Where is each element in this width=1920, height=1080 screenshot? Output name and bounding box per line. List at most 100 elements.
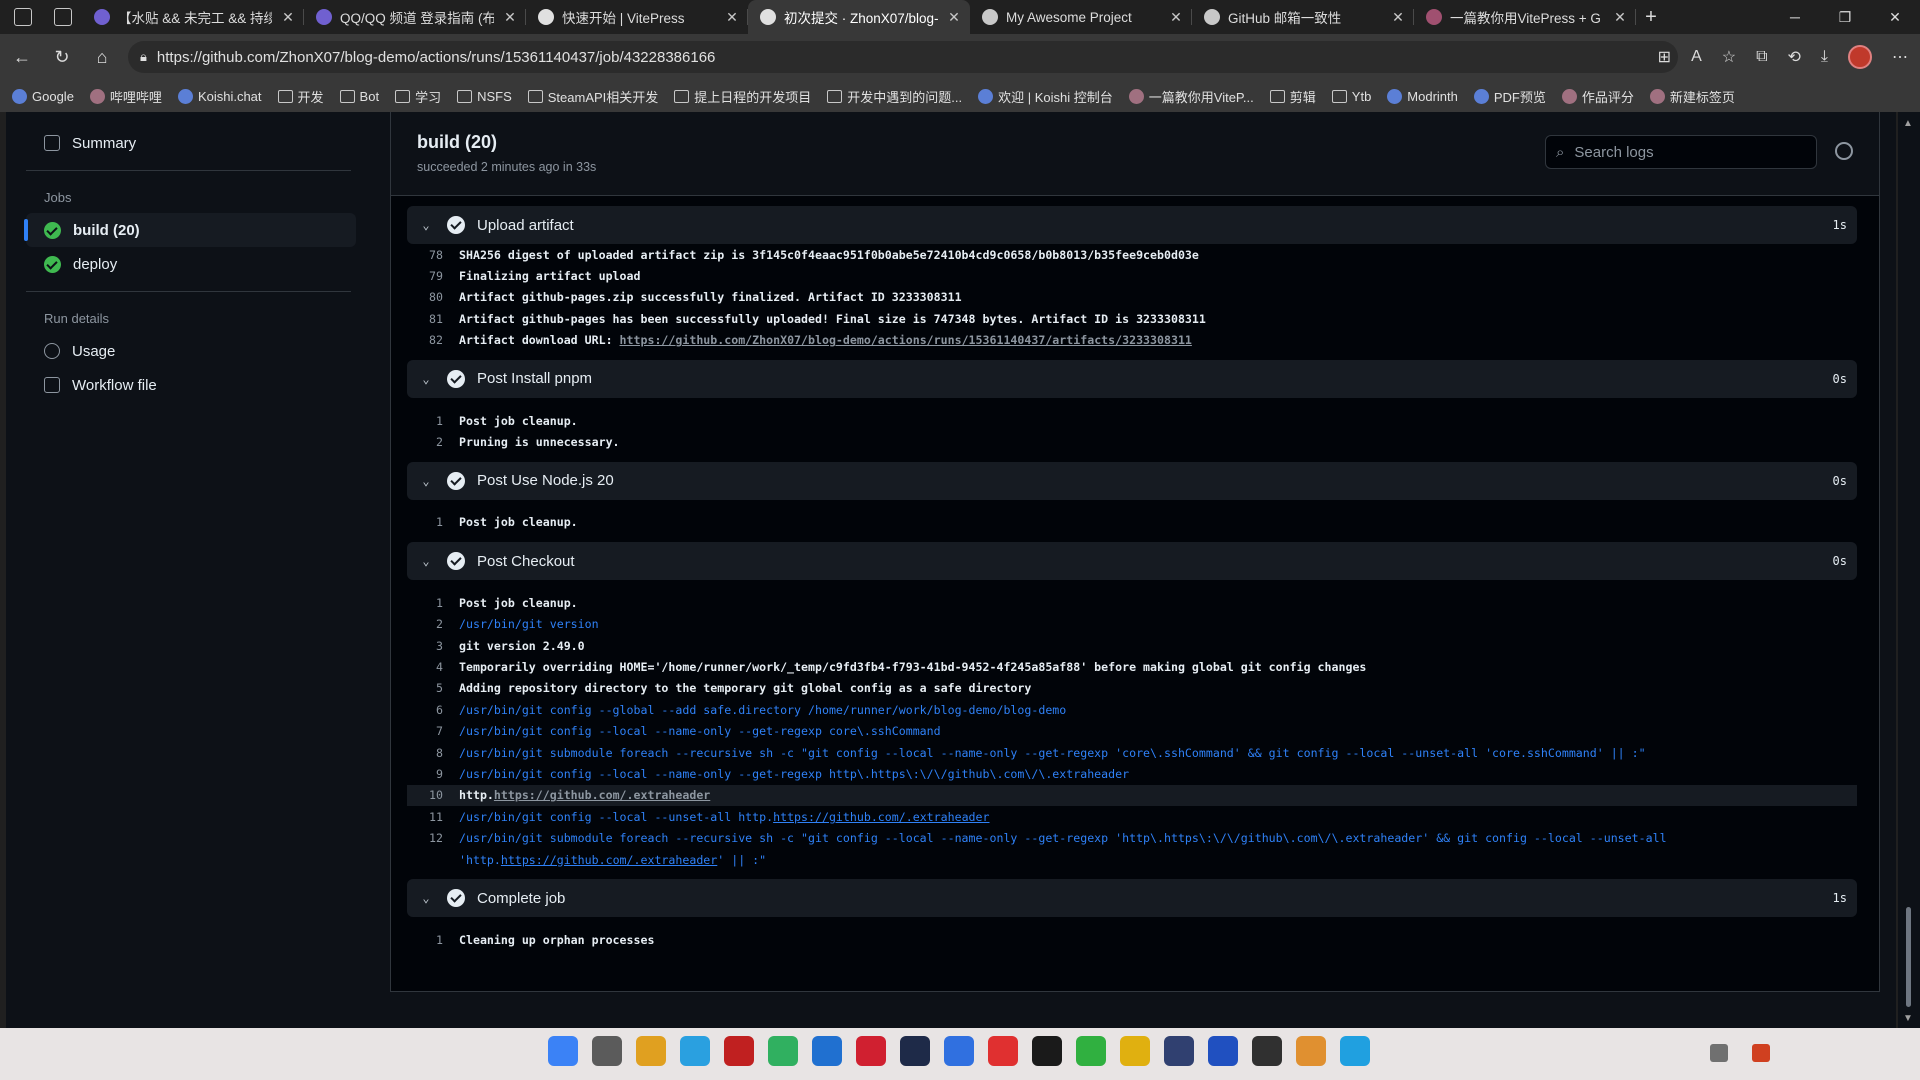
tray-app-icon[interactable] [1752,1044,1770,1062]
gear-icon[interactable] [1835,142,1853,160]
taskbar-app-icon[interactable] [636,1036,666,1066]
restore-button[interactable]: ❐ [1820,0,1870,34]
taskbar-app-icon[interactable] [1208,1036,1238,1066]
step-header[interactable]: ⌄ Post Install pnpm 0s [407,359,1857,398]
taskbar-app-icon[interactable] [768,1036,798,1066]
log-line: 9/usr/bin/git config --local --name-only… [407,763,1857,784]
close-window-button[interactable]: ✕ [1870,0,1920,34]
sidebar-job-0[interactable]: build (20) [24,213,356,247]
taskbar-app-icon[interactable] [812,1036,842,1066]
new-tab-button[interactable]: + [1636,6,1666,29]
browser-tab[interactable]: 一篇教你用VitePress + G ✕ [1414,0,1636,34]
bookmark-item[interactable]: Koishi.chat [177,88,262,104]
bookmark-item[interactable]: PDF预览 [1473,87,1546,106]
page-scrollbar[interactable]: ▲ ▼ [1898,112,1920,1028]
chevron-down-icon[interactable]: ⌄ [419,554,433,568]
bookmark-item[interactable]: Bot [339,89,379,104]
step-header[interactable]: ⌄ Post Use Node.js 20 0s [407,461,1857,500]
url-field[interactable]: 🔒︎ https://github.com/ZhonX07/blog-demo/… [128,41,1678,73]
browser-tab[interactable]: 初次提交 · ZhonX07/blog-de ✕ [748,0,970,34]
history-icon[interactable]: ⟲ [1788,47,1801,67]
sidebar-usage[interactable]: Usage [26,334,356,368]
log-text-content: Artifact github-pages.zip successfully f… [459,290,962,305]
bookmark-item[interactable]: Ytb [1331,89,1371,104]
tab-close-icon[interactable]: ✕ [946,9,962,26]
step-header[interactable]: ⌄ Upload artifact 1s [407,206,1857,244]
bookmark-item[interactable]: Google [12,88,74,104]
taskbar-app-icon[interactable] [1296,1036,1326,1066]
step-header[interactable]: ⌄ Complete job 1s [407,879,1857,918]
bookmark-item[interactable]: SteamAPI相关开发 [527,87,658,106]
log-link[interactable]: https://github.com/.extraheader [494,788,710,802]
bookmark-item[interactable]: 哔哩哔哩 [89,87,162,106]
workspaces-icon[interactable] [14,8,32,26]
tab-close-icon[interactable]: ✕ [1612,9,1628,26]
more-menu-icon[interactable]: ⋯ [1892,47,1908,67]
chevron-down-icon[interactable]: ⌄ [419,474,433,488]
taskbar-app-icon[interactable] [1340,1036,1370,1066]
taskbar-app-icon[interactable] [680,1036,710,1066]
bookmark-item[interactable]: NSFS [457,89,512,104]
bookmark-item[interactable]: 剪辑 [1269,87,1316,106]
browser-tab-strip: 【水贴 && 未完工 && 持续 ✕ QQ/QQ 频道 登录指南 (布 ✕ 快速开始 |… [0,0,1920,34]
tab-close-icon[interactable]: ✕ [502,9,518,26]
sidebar-workflow-file[interactable]: Workflow file [26,368,356,402]
bookmark-item[interactable]: Modrinth [1387,88,1458,104]
taskbar-app-icon[interactable] [548,1036,578,1066]
step-header[interactable]: ⌄ Post Checkout 0s [407,542,1857,581]
bookmark-item[interactable]: 一篇教你用ViteP... [1128,87,1254,106]
bookmark-item[interactable]: 学习 [395,87,441,106]
log-link[interactable]: https://github.com/.extraheader [501,853,717,867]
taskbar-app-icon[interactable] [1252,1036,1282,1066]
sidebar-summary[interactable]: Summary [26,126,356,160]
bookmark-item[interactable]: 提上日程的开发项目 [674,87,811,106]
read-aloud-icon[interactable]: A [1691,48,1702,66]
input-method-icon[interactable] [1710,1044,1728,1062]
home-icon[interactable]: ⌂ [82,47,122,68]
tab-actions-icon[interactable] [54,8,72,26]
bookmark-item[interactable]: 开发 [277,87,324,106]
browser-tab[interactable]: 快速开始 | VitePress ✕ [526,0,748,34]
sidebar-job-1[interactable]: deploy [26,247,356,281]
taskbar-app-icon[interactable] [988,1036,1018,1066]
log-text-content: Post job cleanup. [459,413,578,428]
tab-title: 初次提交 · ZhonX07/blog-de [784,11,938,26]
taskbar-app-icon[interactable] [944,1036,974,1066]
bookmark-item[interactable]: 欢迎 | Koishi 控制台 [978,87,1113,106]
browser-tab[interactable]: My Awesome Project ✕ [970,0,1192,34]
taskbar-app-icon[interactable] [1076,1036,1106,1066]
reload-icon[interactable]: ↻ [42,47,82,68]
tab-close-icon[interactable]: ✕ [280,9,296,26]
search-logs-input[interactable]: ⌕ Search logs [1545,135,1817,169]
chevron-down-icon[interactable]: ⌄ [419,372,433,386]
line-number: 79 [429,269,443,284]
chevron-down-icon[interactable]: ⌄ [419,218,433,232]
taskbar-app-icon[interactable] [1164,1036,1194,1066]
log-link[interactable]: https://github.com/ZhonX07/blog-demo/act… [620,333,1192,347]
chevron-down-icon[interactable]: ⌄ [419,891,433,905]
minimize-button[interactable]: ─ [1770,0,1820,34]
taskbar-app-icon[interactable] [1032,1036,1062,1066]
taskbar-app-icon[interactable] [724,1036,754,1066]
browser-tab[interactable]: GitHub 邮箱一致性 ✕ [1192,0,1414,34]
extensions-icon[interactable]: ⧉ [1756,48,1767,66]
bookmark-item[interactable]: 开发中遇到的问题... [827,87,962,106]
tab-close-icon[interactable]: ✕ [724,9,740,26]
browser-tab[interactable]: QQ/QQ 频道 登录指南 (布 ✕ [304,0,526,34]
downloads-icon[interactable]: ⤓ [1821,48,1828,66]
log-link[interactable]: https://github.com/.extraheader [773,810,989,824]
bookmark-item[interactable]: 作品评分 [1561,87,1634,106]
taskbar-app-icon[interactable] [856,1036,886,1066]
profile-avatar[interactable] [1848,45,1872,69]
tab-close-icon[interactable]: ✕ [1390,9,1406,26]
app-available-icon[interactable]: ⊞ [1658,47,1671,67]
favorite-star-icon[interactable]: ☆ [1722,47,1736,67]
taskbar-app-icon[interactable] [900,1036,930,1066]
taskbar-app-icon[interactable] [592,1036,622,1066]
tab-close-icon[interactable]: ✕ [1168,9,1184,26]
taskbar-app-icon[interactable] [1120,1036,1150,1066]
back-icon[interactable]: ← [2,47,42,68]
browser-tab[interactable]: 【水贴 && 未完工 && 持续 ✕ [82,0,304,34]
log-text-content: SHA256 digest of uploaded artifact zip i… [459,247,1199,262]
bookmark-item[interactable]: 新建标签页 [1649,87,1735,106]
